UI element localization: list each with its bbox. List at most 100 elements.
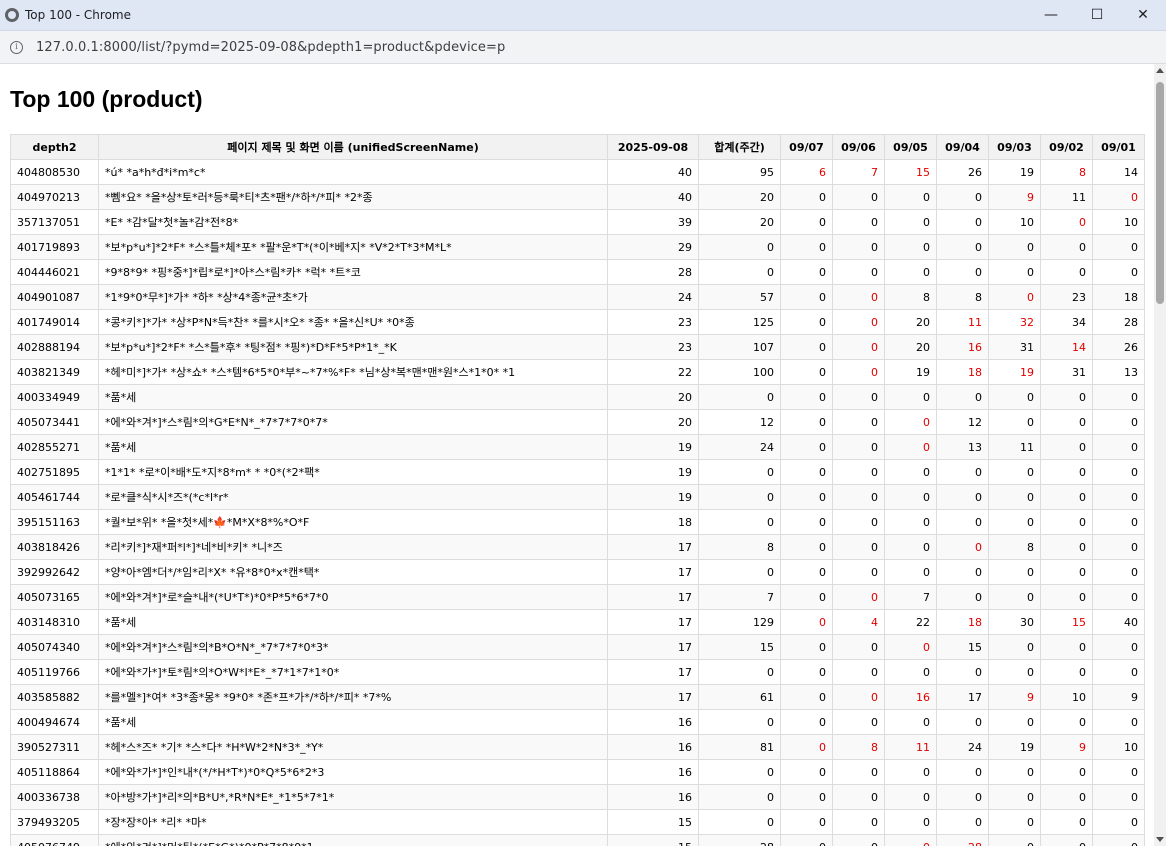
value-cell: 0 bbox=[936, 484, 989, 510]
value-cell: 20 bbox=[698, 209, 781, 235]
value-cell: 0 bbox=[832, 834, 885, 846]
value-cell: 20 bbox=[607, 384, 699, 410]
table-row: 392992642 *양*아*엠*더*/*임*리*X* *유*8*0*x*캔*택*… bbox=[10, 559, 1145, 585]
value-cell: 0 bbox=[832, 659, 885, 685]
value-cell: 17 bbox=[607, 634, 699, 660]
screen-name-cell: *헤*미*]*가* *상*쇼* *스*템*6*5*0*부*~*7*%*F* *님… bbox=[98, 359, 608, 385]
value-cell: 0 bbox=[698, 384, 781, 410]
value-cell: 24 bbox=[607, 284, 699, 310]
value-cell: 0 bbox=[988, 584, 1041, 610]
value-cell: 0 bbox=[884, 184, 937, 210]
value-cell: 0 bbox=[698, 559, 781, 585]
value-cell: 18 bbox=[936, 359, 989, 385]
value-cell: 0 bbox=[832, 234, 885, 260]
value-cell: 0 bbox=[698, 459, 781, 485]
table-row: 402888194 *보*p*u*]*2*F* *스*틀*후* *팅*점* *핑*… bbox=[10, 334, 1145, 360]
depth2-cell: 400334949 bbox=[10, 384, 99, 410]
value-cell: 0 bbox=[988, 384, 1041, 410]
value-cell: 0 bbox=[832, 709, 885, 735]
value-cell: 24 bbox=[936, 734, 989, 760]
close-button[interactable]: ✕ bbox=[1120, 0, 1166, 31]
value-cell: 0 bbox=[1040, 809, 1093, 835]
value-cell: 15 bbox=[884, 159, 937, 185]
scroll-thumb[interactable] bbox=[1156, 82, 1164, 304]
value-cell: 19 bbox=[988, 734, 1041, 760]
scroll-up-arrow-icon[interactable] bbox=[1156, 68, 1164, 73]
depth2-cell: 400494674 bbox=[10, 709, 99, 735]
screen-name-cell: *리*키*]*재*퍼*l*]*네*비*키* *니*즈 bbox=[98, 534, 608, 560]
value-cell: 0 bbox=[1092, 759, 1145, 785]
table-row: 404970213 *뻼*요* *을*상*토*러*등*룩*티*츠*팬*/*하*/*… bbox=[10, 184, 1145, 210]
table-row: 404446021 *9*8*9* *핑*중*]*립*로*]*아*스*림*카* *… bbox=[10, 259, 1145, 285]
value-cell: 0 bbox=[884, 809, 937, 835]
table-body: 404808530 *ú* *a*h*đ*i*m*c* 40 95 6 7 15 26 19 8 1… bbox=[10, 159, 1145, 846]
value-cell: 0 bbox=[988, 659, 1041, 685]
value-cell: 0 bbox=[832, 359, 885, 385]
screen-name-cell: *품*세 bbox=[98, 434, 608, 460]
vertical-scrollbar[interactable] bbox=[1154, 64, 1166, 846]
value-cell: 0 bbox=[1092, 709, 1145, 735]
value-cell: 0 bbox=[832, 759, 885, 785]
value-cell: 0 bbox=[780, 409, 833, 435]
value-cell: 0 bbox=[884, 484, 937, 510]
window-titlebar: Top 100 - Chrome — ☐ ✕ bbox=[0, 0, 1166, 31]
value-cell: 0 bbox=[832, 209, 885, 235]
depth2-cell: 402888194 bbox=[10, 334, 99, 360]
value-cell: 0 bbox=[1040, 634, 1093, 660]
value-cell: 0 bbox=[780, 534, 833, 560]
value-cell: 0 bbox=[988, 509, 1041, 535]
value-cell: 0 bbox=[698, 509, 781, 535]
site-info-icon[interactable]: i bbox=[10, 40, 23, 54]
depth2-cell: 401719893 bbox=[10, 234, 99, 260]
scroll-down-arrow-icon[interactable] bbox=[1156, 837, 1164, 842]
maximize-button[interactable]: ☐ bbox=[1074, 0, 1120, 31]
screen-name-cell: *장*장*아* *리* *마* bbox=[98, 809, 608, 835]
value-cell: 0 bbox=[1092, 459, 1145, 485]
value-cell: 0 bbox=[1040, 534, 1093, 560]
table-row: 403818426 *리*키*]*재*퍼*l*]*네*비*키* *니*즈 17 8 0 0… bbox=[10, 534, 1145, 560]
value-cell: 14 bbox=[1040, 334, 1093, 360]
value-cell: 7 bbox=[884, 584, 937, 610]
value-cell: 0 bbox=[988, 709, 1041, 735]
minimize-button[interactable]: — bbox=[1028, 0, 1074, 31]
value-cell: 40 bbox=[607, 184, 699, 210]
value-cell: 20 bbox=[607, 409, 699, 435]
value-cell: 4 bbox=[832, 609, 885, 635]
value-cell: 0 bbox=[884, 659, 937, 685]
value-cell: 0 bbox=[780, 684, 833, 710]
value-cell: 26 bbox=[1092, 334, 1145, 360]
column-header: 합계(주간) bbox=[698, 134, 781, 160]
screen-name-cell: *품*세 bbox=[98, 609, 608, 635]
value-cell: 0 bbox=[698, 484, 781, 510]
value-cell: 23 bbox=[1040, 284, 1093, 310]
value-cell: 0 bbox=[1092, 234, 1145, 260]
value-cell: 0 bbox=[832, 434, 885, 460]
screen-name-cell: *E* *감*달*첫*놀*감*전*8* bbox=[98, 209, 608, 235]
screen-name-cell: *품*세 bbox=[98, 384, 608, 410]
value-cell: 0 bbox=[832, 259, 885, 285]
column-header: 09/05 bbox=[884, 134, 937, 160]
value-cell: 0 bbox=[1092, 384, 1145, 410]
value-cell: 0 bbox=[1092, 584, 1145, 610]
value-cell: 0 bbox=[884, 834, 937, 846]
url-field[interactable]: 127.0.0.1:8000/list/?pymd=2025-09-08&pde… bbox=[36, 40, 505, 55]
value-cell: 0 bbox=[1092, 409, 1145, 435]
column-header: 2025-09-08 bbox=[607, 134, 699, 160]
value-cell: 0 bbox=[884, 409, 937, 435]
screen-name-cell: *에*와*가*]*토*림*의*O*W*I*E*_*7*1*7*1*0* bbox=[98, 659, 608, 685]
value-cell: 0 bbox=[832, 534, 885, 560]
value-cell: 26 bbox=[936, 159, 989, 185]
value-cell: 0 bbox=[936, 509, 989, 535]
value-cell: 0 bbox=[936, 659, 989, 685]
depth2-cell: 405119766 bbox=[10, 659, 99, 685]
table-row: 403148310 *품*세 17 129 0 4 22 18 30 15 40 bbox=[10, 609, 1145, 635]
value-cell: 15 bbox=[936, 634, 989, 660]
value-cell: 19 bbox=[988, 159, 1041, 185]
value-cell: 32 bbox=[988, 309, 1041, 335]
value-cell: 0 bbox=[780, 209, 833, 235]
value-cell: 0 bbox=[780, 584, 833, 610]
value-cell: 0 bbox=[988, 259, 1041, 285]
table-row: 405073165 *에*와*겨*]*로*슬*내*(*U*T*)*0*P*5*6*… bbox=[10, 584, 1145, 610]
value-cell: 0 bbox=[698, 259, 781, 285]
depth2-cell: 403821349 bbox=[10, 359, 99, 385]
